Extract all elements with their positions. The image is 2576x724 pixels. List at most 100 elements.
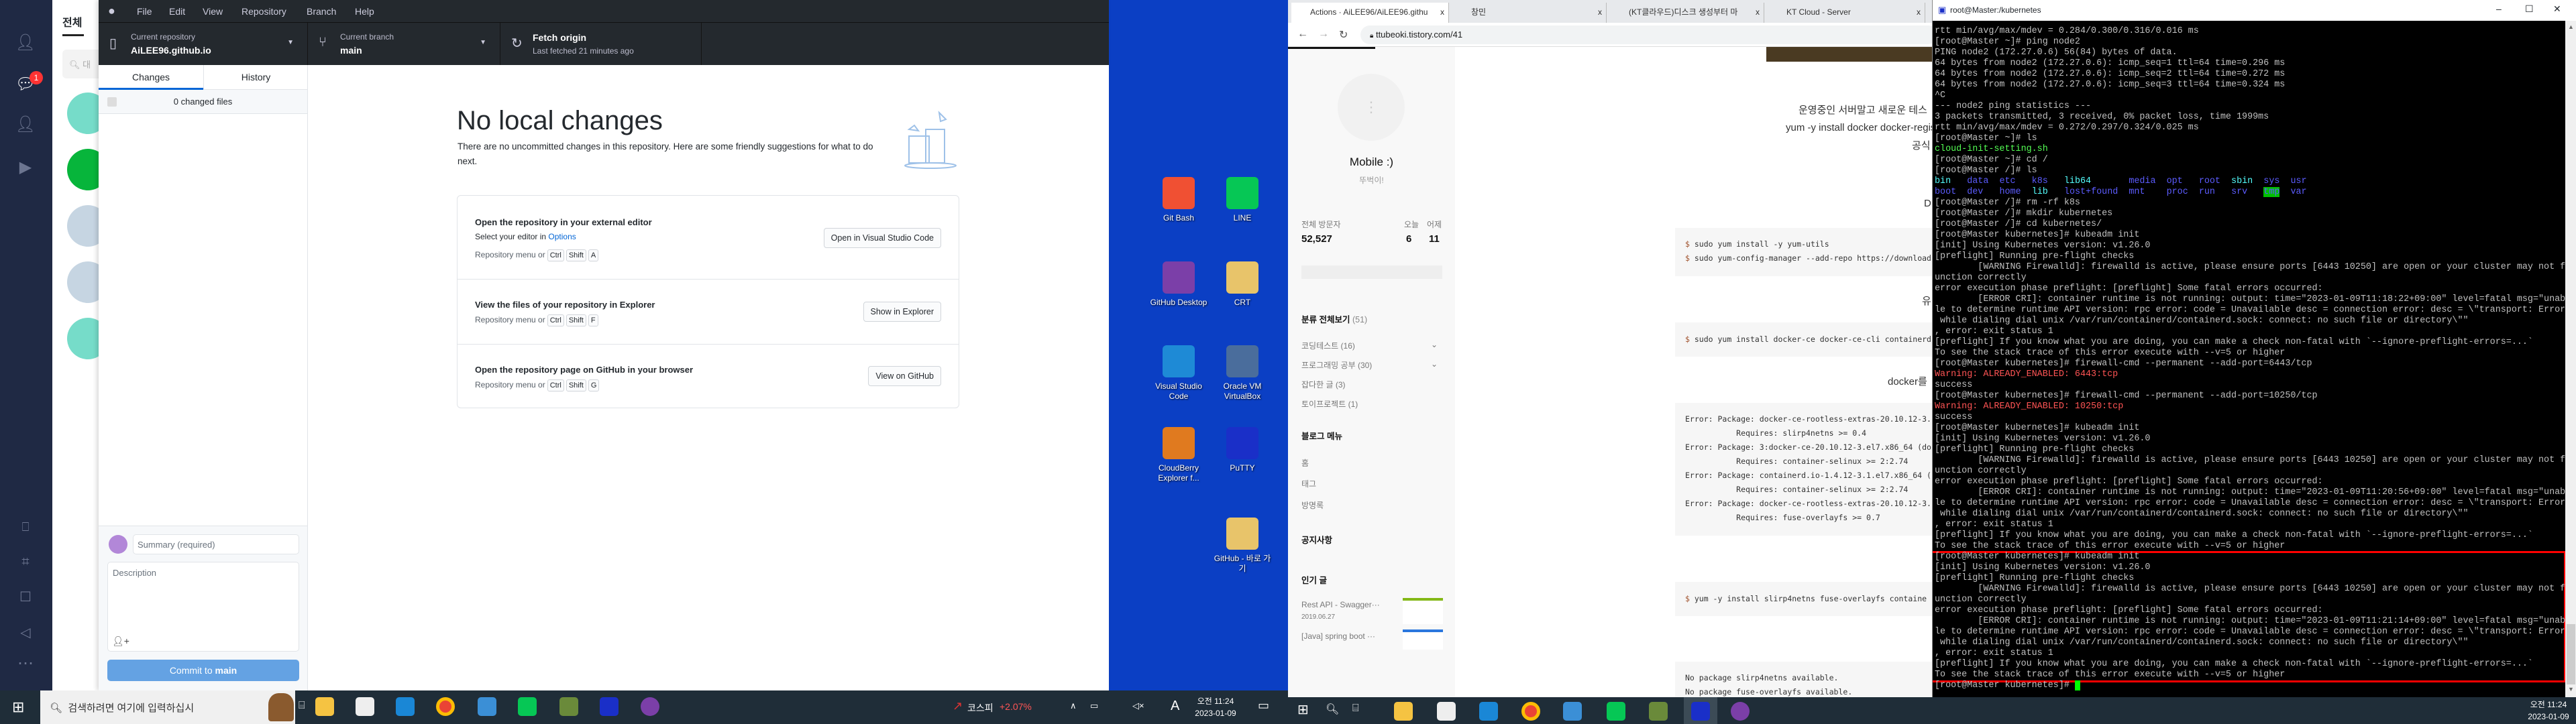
chat-icon[interactable]: 💬︎ 1 [15,71,43,94]
scrollbar[interactable]: ▲ ▼ [2565,21,2576,697]
windows-start-icon[interactable]: ⊞ [12,699,24,716]
this-pc-icon[interactable] [478,697,496,716]
file-explorer-icon[interactable] [315,697,334,716]
desktop-shortcut[interactable]: GitHub Desktop [1148,261,1209,308]
avatar[interactable] [67,261,99,303]
clock[interactable]: 오전 11:24 2023-01-09 [1189,695,1242,719]
open-in-vscode-button[interactable]: Open in Visual Studio Code [823,228,941,248]
store-icon[interactable] [1437,702,1456,721]
search-box[interactable] [1301,265,1442,279]
category-item[interactable]: 잡다한 글 (3) [1301,379,1346,390]
scroll-up-icon[interactable]: ▲ [2568,23,2574,30]
summary-input[interactable]: Summary (required) [133,534,299,554]
browser-tab[interactable]: (KT클라우드)디스크 생성부터 마 x [1610,3,1764,23]
popular-post-thumbnail[interactable] [1403,629,1443,650]
maximize-button[interactable]: ☐ [2525,3,2534,15]
desktop-shortcut[interactable]: LINE [1212,177,1273,223]
description-input[interactable]: Description 👤︎+ [107,562,299,652]
task-view-icon[interactable]: ⌸ [1352,703,1359,715]
menu-repository[interactable]: Repository [241,6,286,17]
network-icon[interactable]: ▭ [1090,701,1098,711]
avatar[interactable] [67,318,99,359]
crop-icon[interactable]: ⌗ [15,552,36,571]
friends-icon[interactable]: 👤︎ [15,34,36,52]
current-branch-button[interactable]: ⑂ Current branch main ▼ [308,23,500,65]
chevron-down-icon[interactable]: ⌄ [1431,359,1438,369]
menu-tags[interactable]: 태그 [1301,478,1316,489]
popular-post-title[interactable]: [Java] spring boot ··· [1301,631,1375,641]
close-tab-icon[interactable]: x [1440,3,1444,21]
chrome-icon[interactable] [436,697,455,716]
menu-view[interactable]: View [203,6,223,17]
store-icon[interactable] [356,697,374,716]
commit-button[interactable]: Commit to main [107,660,299,681]
gvim-icon[interactable] [559,697,578,716]
close-tab-icon[interactable]: x [1917,3,1921,21]
desktop-shortcut[interactable]: GitHub - 바로 가기 [1212,518,1273,574]
blog-logo[interactable]: ⋮ [1338,74,1405,141]
desktop-shortcut[interactable]: Oracle VM VirtualBox [1212,345,1273,402]
scrollbar-thumb[interactable] [2567,624,2575,684]
desktop-shortcut[interactable]: CRT [1212,261,1273,308]
view-on-github-button[interactable]: View on GitHub [868,366,941,386]
taskbar-search-input[interactable]: 🔍︎ 검색하려면 여기에 입력하십시 [40,690,295,724]
task-view-icon[interactable]: ⌸ [299,700,305,712]
desktop-shortcut[interactable]: CloudBerry Explorer f... [1148,427,1209,483]
show-in-explorer-button[interactable]: Show in Explorer [863,302,941,322]
tab-changes[interactable]: Changes [99,65,203,90]
minimize-button[interactable]: – [2496,3,2502,14]
notification-icon[interactable]: ▭ [1258,699,1269,713]
chrome-icon[interactable] [1521,702,1540,721]
avatar[interactable] [67,205,99,247]
menu-file[interactable]: File [137,6,152,17]
add-coauthor-icon[interactable]: 👤︎+ [112,636,129,647]
close-tab-icon[interactable]: x [1756,3,1760,21]
category-item[interactable]: 코딩테스트 (16) [1301,340,1355,351]
stock-name[interactable]: 코스피 [967,701,994,715]
line-icon[interactable] [518,697,537,716]
category-heading[interactable]: 분류 전체보기 (51) [1301,312,1367,325]
close-tab-icon[interactable]: x [1598,3,1602,21]
speaker-icon[interactable]: ◁ [15,623,36,642]
bookmark-icon[interactable]: ☐ [15,588,36,607]
play-icon[interactable]: ▶ [15,158,36,177]
forward-icon[interactable]: → [1318,28,1329,40]
search-input[interactable]: 🔍︎ 대 [62,50,99,78]
menu-edit[interactable]: Edit [169,6,185,17]
menu-guestbook[interactable]: 방명록 [1301,499,1324,511]
tab-history[interactable]: History [203,65,308,90]
video-add-icon[interactable]: ⎕ [15,518,36,536]
close-button[interactable]: ✕ [2553,3,2561,15]
search-icon[interactable]: 🔍︎ [1326,703,1339,716]
options-link[interactable]: Options [548,232,576,241]
chevron-down-icon[interactable]: ⌄ [1431,340,1438,349]
browser-tab[interactable]: Actions · AiLEE96/AiLEE96.githu x [1291,3,1449,23]
browser-tab[interactable]: KT Cloud - Server x [1768,3,1925,23]
putty-active-tile[interactable] [1684,697,1717,724]
desktop-shortcut[interactable]: Visual Studio Code [1148,345,1209,402]
ime-indicator[interactable]: A [1171,699,1179,714]
github-desktop-icon[interactable] [1731,702,1750,721]
line-icon[interactable] [1607,702,1625,721]
scroll-down-icon[interactable]: ▼ [2568,686,2574,692]
chevron-up-icon[interactable]: ∧ [1070,701,1077,711]
more-icon[interactable]: ⋯ [15,654,36,673]
terminal-output[interactable]: rtt min/avg/max/mdev = 0.284/0.300/0.316… [1933,21,2565,697]
url-input[interactable]: 🔒︎ ttubeoki.tistory.com/41 [1360,25,1932,44]
mail-icon[interactable] [396,697,415,716]
add-friend-icon[interactable]: 👤︎ [15,115,36,134]
tab-all[interactable]: 전체 [62,13,82,29]
github-desktop-icon[interactable] [641,697,659,716]
menu-home[interactable]: 홈 [1301,457,1309,469]
category-item[interactable]: 프로그래밍 공부 (30) [1301,359,1372,371]
menu-branch[interactable]: Branch [307,6,336,17]
popular-post-title[interactable]: Rest API - Swagger··· [1301,600,1380,609]
file-explorer-icon[interactable] [1394,702,1413,721]
this-pc-icon[interactable] [1563,702,1582,721]
browser-tab[interactable]: 창민 x [1452,3,1607,23]
volume-mute-icon[interactable]: ◁× [1132,701,1144,711]
stock-change[interactable]: +2.07% [1000,701,1032,712]
gvim-icon[interactable] [1649,702,1668,721]
avatar[interactable] [67,149,99,190]
windows-start-icon[interactable]: ⊞ [1297,701,1309,718]
